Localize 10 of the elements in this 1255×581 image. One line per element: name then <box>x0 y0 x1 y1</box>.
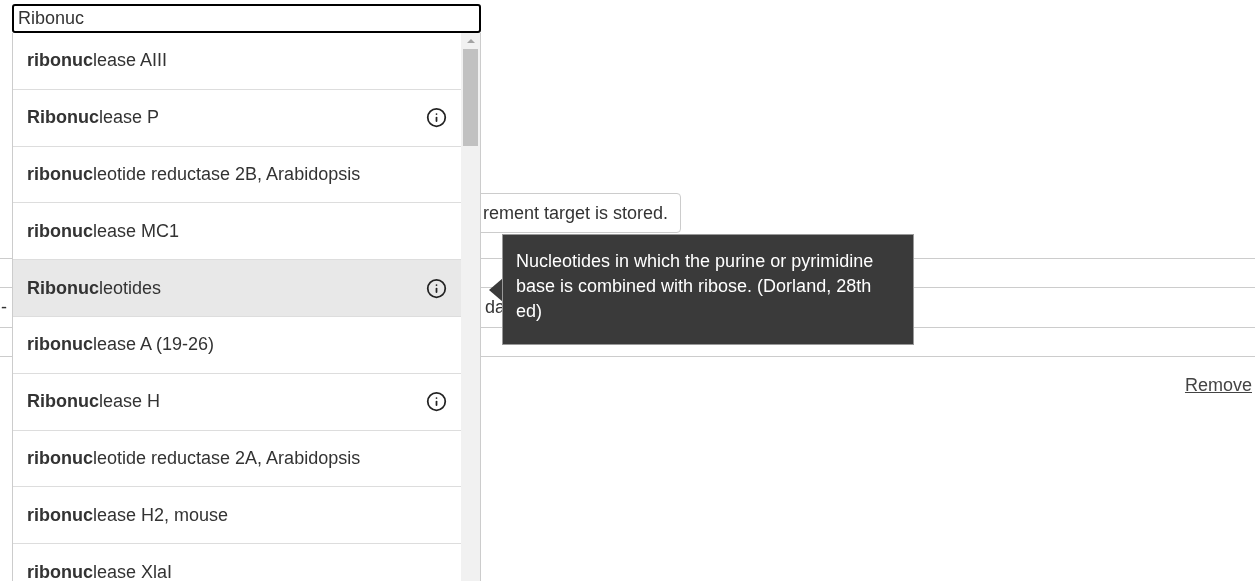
dash-text: - <box>1 296 7 319</box>
info-icon[interactable] <box>426 107 447 129</box>
remove-link[interactable]: Remove <box>1184 372 1252 399</box>
info-icon[interactable] <box>426 391 447 413</box>
tooltip-text: Nucleotides in which the purine or pyrimidine base is combined with ribose. (Dorland, 28th ed) <box>516 251 874 321</box>
search-field[interactable]: Ribonuc <box>12 4 481 33</box>
suggestion-item[interactable]: Ribonucleotides <box>13 260 461 317</box>
scrollbar[interactable] <box>461 33 480 581</box>
info-icon[interactable] <box>426 277 447 299</box>
notice-text: rement target is stored. <box>483 201 669 225</box>
